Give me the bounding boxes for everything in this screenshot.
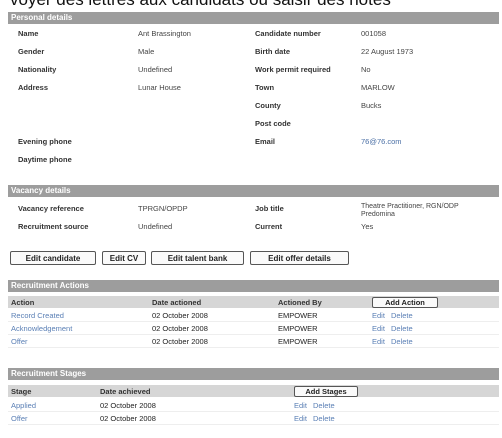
delete-link[interactable]: Delete xyxy=(313,414,335,423)
add-action-button[interactable]: Add Action xyxy=(372,297,438,308)
action-date: 02 October 2008 xyxy=(152,337,208,346)
personal-row-gender: Gender Male Birth date 22 August 1973 xyxy=(8,44,499,62)
table-row: Offer 02 October 2008 Edit Delete xyxy=(8,412,499,425)
birth-date-label: Birth date xyxy=(255,47,291,56)
edit-talent-bank-button[interactable]: Edit talent bank xyxy=(151,251,244,265)
add-stages-button[interactable]: Add Stages xyxy=(294,386,358,397)
nationality-label: Nationality xyxy=(18,65,57,74)
action-column-header: Action xyxy=(11,298,35,307)
gender-label: Gender xyxy=(18,47,45,56)
recruitment-source-value: Undefined xyxy=(138,222,173,231)
delete-link[interactable]: Delete xyxy=(313,401,335,410)
county-label: County xyxy=(255,101,281,110)
table-row: Acknowledgement 02 October 2008 EMPOWER … xyxy=(8,322,499,335)
delete-link[interactable]: Delete xyxy=(391,337,413,346)
date-achieved-column-header: Date achieved xyxy=(100,387,151,396)
table-row: Offer 02 October 2008 EMPOWER Edit Delet… xyxy=(8,335,499,348)
action-by: EMPOWER xyxy=(278,337,318,346)
current-value: Yes xyxy=(361,222,374,231)
job-title-label: Job title xyxy=(255,204,284,213)
edit-candidate-button[interactable]: Edit candidate xyxy=(10,251,96,265)
personal-row-postcode: Post code xyxy=(8,116,499,134)
vacancy-row-source: Recruitment source Undefined Current Yes xyxy=(8,219,499,237)
town-value: MARLOW xyxy=(361,83,395,92)
action-by: EMPOWER xyxy=(278,324,318,333)
personal-details-header: Personal details xyxy=(8,12,499,24)
personal-row-name: Name Ant Brassington Candidate number 00… xyxy=(8,26,499,44)
address-label: Address xyxy=(18,83,49,92)
delete-link[interactable]: Delete xyxy=(391,311,413,320)
action-by: EMPOWER xyxy=(278,311,318,320)
email-label: Email xyxy=(255,137,276,146)
stage-name-link[interactable]: Offer xyxy=(11,414,28,423)
personal-row-daytime-phone: Daytime phone xyxy=(8,152,499,170)
edit-link[interactable]: Edit xyxy=(372,311,385,320)
job-title-value-cont: Predomina xyxy=(361,211,395,218)
delete-link[interactable]: Delete xyxy=(391,324,413,333)
name-value: Ant Brassington xyxy=(138,29,191,38)
actioned-by-column-header: Actioned By xyxy=(278,298,322,307)
candidate-number-value: 001058 xyxy=(361,29,387,38)
stage-name-link[interactable]: Applied xyxy=(11,401,36,410)
name-label: Name xyxy=(18,29,39,38)
action-name-link[interactable]: Offer xyxy=(11,337,28,346)
edit-link[interactable]: Edit xyxy=(294,401,307,410)
evening-phone-label: Evening phone xyxy=(18,137,72,146)
daytime-phone-label: Daytime phone xyxy=(18,155,72,164)
vacancy-reference-label: Vacancy reference xyxy=(18,204,84,213)
job-title-value: Theatre Practitioner, RGN/ODP xyxy=(361,203,459,210)
nationality-value: Undefined xyxy=(138,65,173,74)
town-label: Town xyxy=(255,83,275,92)
stage-date: 02 October 2008 xyxy=(100,401,156,410)
actions-table-header: Action Date actioned Actioned By Add Act… xyxy=(8,296,499,308)
action-name-link[interactable]: Record Created xyxy=(11,311,64,320)
action-date: 02 October 2008 xyxy=(152,311,208,320)
stage-column-header: Stage xyxy=(11,387,32,396)
current-label: Current xyxy=(255,222,283,231)
edit-cv-button[interactable]: Edit CV xyxy=(102,251,146,265)
edit-link[interactable]: Edit xyxy=(294,414,307,423)
personal-row-county: County Bucks xyxy=(8,98,499,116)
table-row: Applied 02 October 2008 Edit Delete xyxy=(8,399,499,412)
email-link[interactable]: 76@76.com xyxy=(361,137,402,146)
stages-table-header: Stage Date achieved Add Stages xyxy=(8,385,499,397)
action-date: 02 October 2008 xyxy=(152,324,208,333)
edit-link[interactable]: Edit xyxy=(372,324,385,333)
edit-offer-details-button[interactable]: Edit offer details xyxy=(250,251,349,265)
edit-link[interactable]: Edit xyxy=(372,337,385,346)
personal-row-evening-phone: Evening phone Email 76@76.com xyxy=(8,134,499,152)
personal-row-address: Address Lunar House Town MARLOW xyxy=(8,80,499,98)
page-banner-text: voyer des lettres aux candidats ou saisi… xyxy=(0,0,502,9)
personal-row-nationality: Nationality Undefined Work permit requir… xyxy=(8,62,499,80)
recruitment-stages-header: Recruitment Stages xyxy=(8,368,499,380)
vacancy-reference-value: TPRGN/OPDP xyxy=(138,204,188,213)
gender-value: Male xyxy=(138,47,155,56)
table-row: Record Created 02 October 2008 EMPOWER E… xyxy=(8,309,499,322)
date-actioned-column-header: Date actioned xyxy=(152,298,202,307)
postcode-label: Post code xyxy=(255,119,291,128)
birth-date-value: 22 August 1973 xyxy=(361,47,414,56)
vacancy-row-reference: Vacancy reference TPRGN/OPDP Job title T… xyxy=(8,201,499,219)
county-value: Bucks xyxy=(361,101,382,110)
candidate-number-label: Candidate number xyxy=(255,29,321,38)
action-name-link[interactable]: Acknowledgement xyxy=(11,324,72,333)
stage-date: 02 October 2008 xyxy=(100,414,156,423)
vacancy-details-header: Vacancy details xyxy=(8,185,499,197)
address-value: Lunar House xyxy=(138,83,181,92)
recruitment-source-label: Recruitment source xyxy=(18,222,89,231)
work-permit-label: Work permit required xyxy=(255,65,331,74)
work-permit-value: No xyxy=(361,65,371,74)
recruitment-actions-header: Recruitment Actions xyxy=(8,280,499,292)
